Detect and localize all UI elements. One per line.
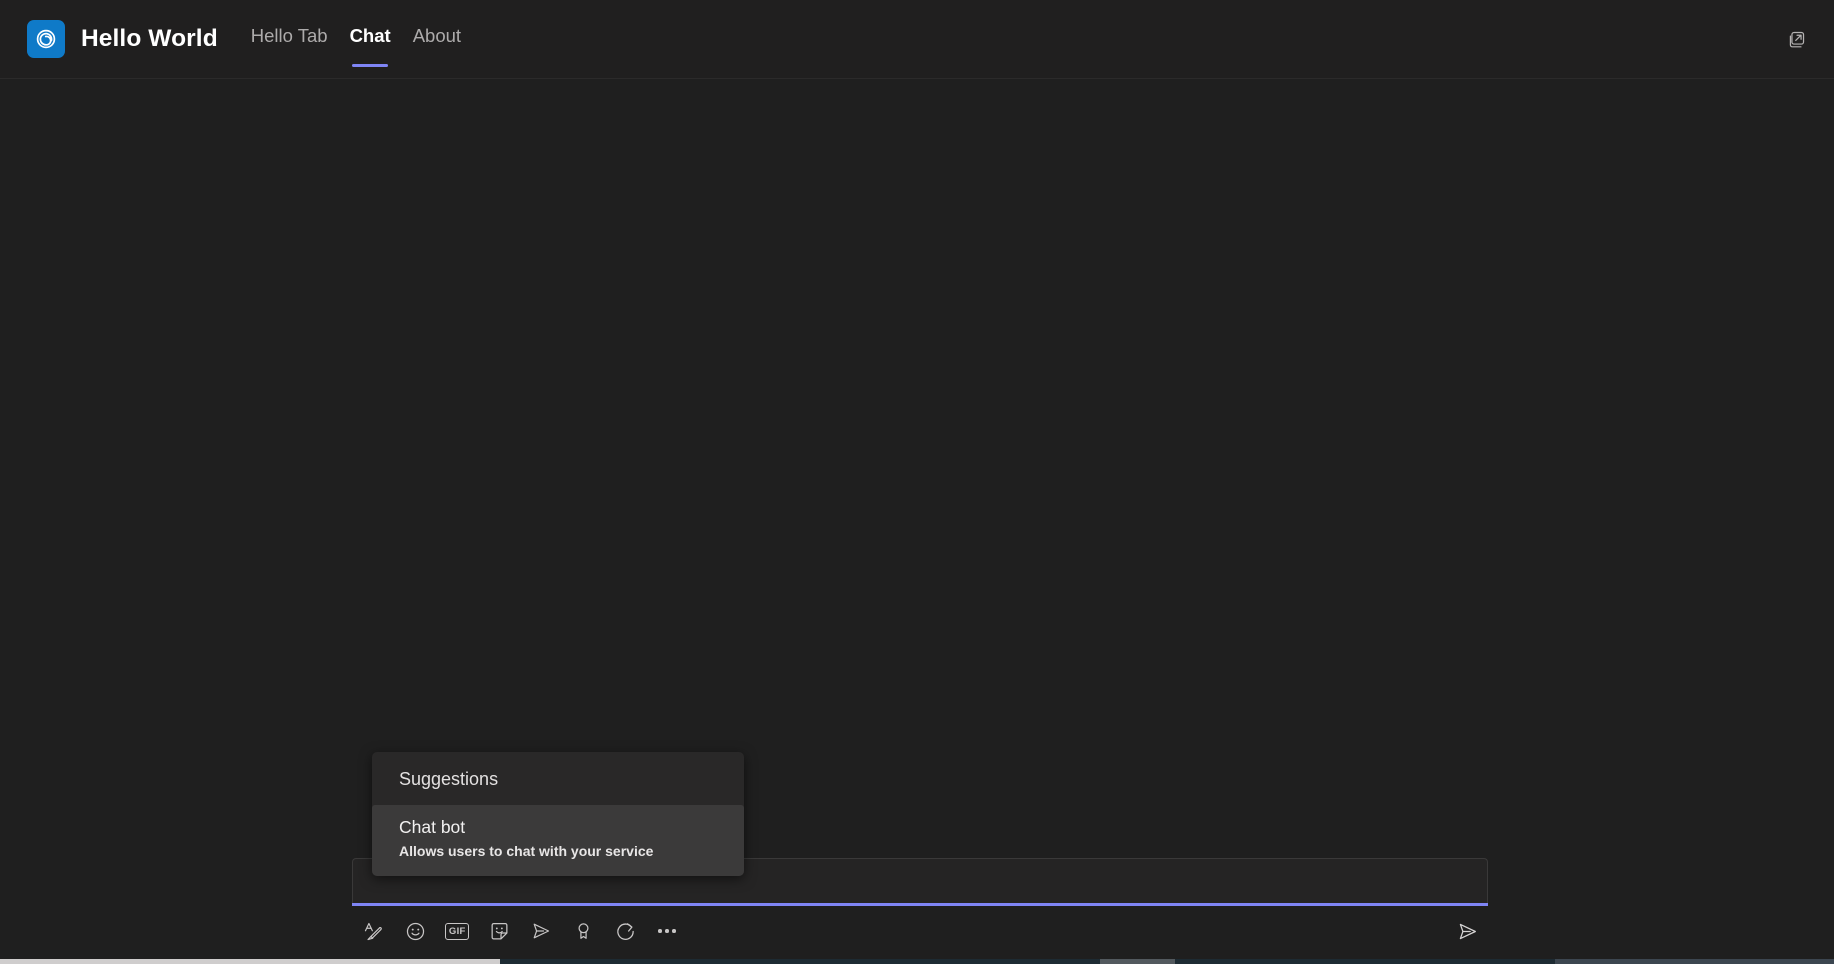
page-title: Hello World	[81, 25, 218, 52]
open-in-new-window-button[interactable]	[1780, 23, 1812, 55]
more-options-button[interactable]	[650, 914, 684, 948]
tab-about[interactable]: About	[402, 0, 472, 79]
suggestion-item-chat-bot[interactable]: Chat bot Allows users to chat with your …	[372, 805, 744, 876]
bottom-strip-segment-4	[1555, 959, 1834, 964]
bottom-strip-segment-2	[1100, 959, 1175, 964]
tab-chat[interactable]: Chat	[339, 0, 402, 79]
praise-button[interactable]	[566, 914, 600, 948]
compose-toolbar: GIF	[352, 908, 1488, 954]
send-button[interactable]	[1450, 914, 1484, 948]
tab-hello-tab[interactable]: Hello Tab	[240, 0, 339, 79]
gif-icon: GIF	[444, 922, 470, 940]
app-logo-spiral-icon	[36, 29, 56, 49]
open-in-new-window-icon	[1789, 31, 1804, 47]
loop-components-icon	[616, 922, 634, 940]
suggestions-header: Suggestions	[399, 769, 499, 789]
loop-components-button[interactable]	[608, 914, 642, 948]
gif-button[interactable]: GIF	[440, 914, 474, 948]
more-options-icon	[658, 929, 676, 933]
bottom-strip-segment-0	[0, 959, 500, 964]
emoji-button[interactable]	[398, 914, 432, 948]
schedule-send-icon	[533, 923, 550, 939]
praise-icon	[577, 922, 589, 939]
app-logo	[27, 20, 65, 58]
send-icon	[1459, 923, 1476, 939]
bottom-strip-segment-3	[1175, 959, 1555, 964]
suggestion-title: Chat bot	[399, 817, 466, 837]
bottom-strip	[0, 959, 1834, 964]
suggestion-description: Allows users to chat with your service	[399, 842, 654, 859]
tabstrip: Hello Tab Chat About	[240, 0, 472, 79]
bottom-strip-segment-1	[500, 959, 1100, 964]
conversation-area	[0, 79, 1834, 964]
suggestions-popup: Suggestions Chat bot Allows users to cha…	[372, 752, 744, 876]
schedule-send-button[interactable]	[524, 914, 558, 948]
app-header: Hello World Hello Tab Chat About	[0, 0, 1834, 79]
compose-focus-accent	[352, 903, 1488, 906]
format-text-button[interactable]	[356, 914, 390, 948]
sticker-button[interactable]	[482, 914, 516, 948]
format-text-icon	[364, 922, 382, 940]
emoji-icon	[406, 922, 424, 940]
sticker-icon	[491, 922, 507, 939]
